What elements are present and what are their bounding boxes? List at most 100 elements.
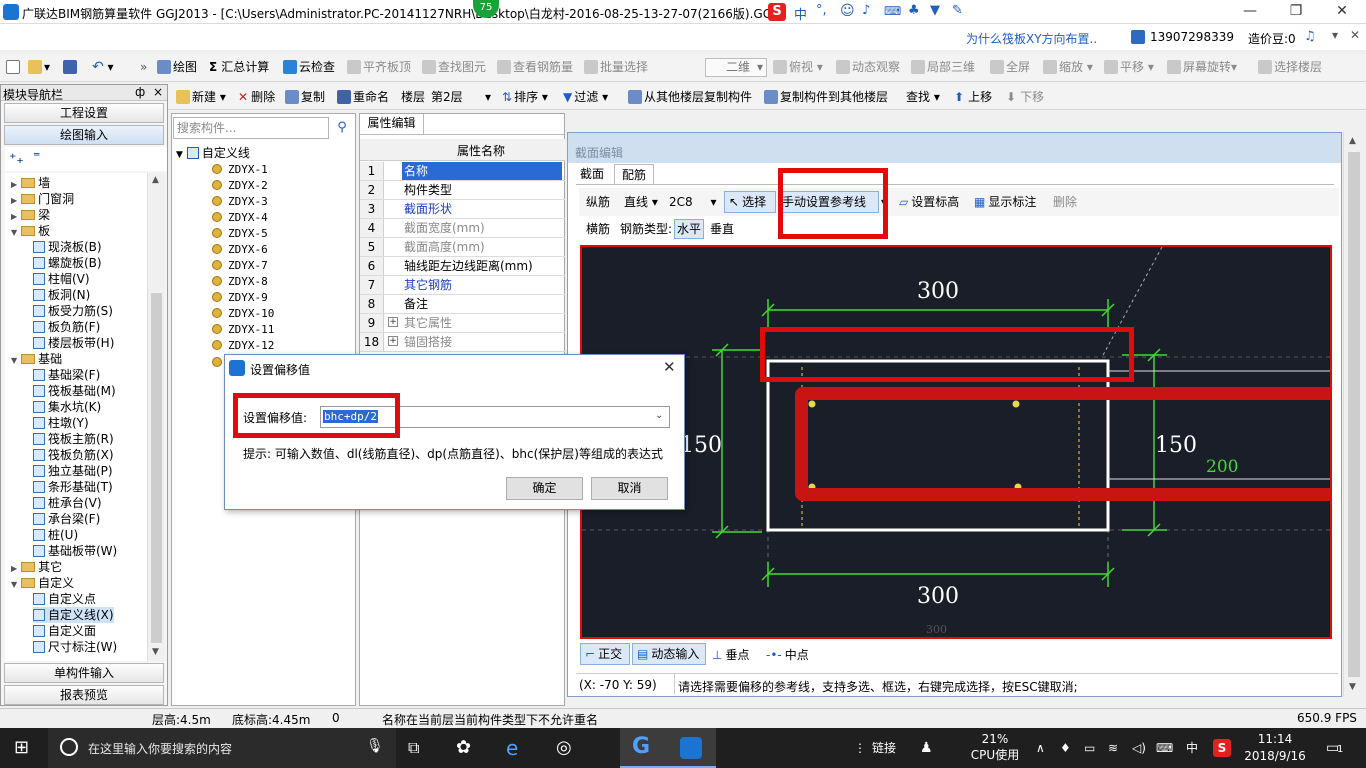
new-file-icon[interactable] — [6, 54, 22, 80]
edge-browser-icon[interactable]: e — [506, 728, 518, 768]
tray-keyboard-icon[interactable]: ⌨ — [1156, 728, 1173, 768]
nav-item[interactable]: 桩(U) — [33, 527, 78, 543]
nav-item[interactable]: 集水坑(K) — [33, 399, 101, 415]
move-up-button[interactable]: ⬆ 上移 — [954, 84, 992, 110]
property-row[interactable]: 9 + 其它属性 — [360, 314, 565, 333]
taskbar-app-ggj[interactable] — [668, 728, 716, 768]
property-row[interactable]: 8 备注 — [360, 295, 565, 314]
bell-icon[interactable]: ♫ — [1304, 29, 1316, 44]
component-search-input[interactable]: 搜索构件... — [173, 117, 329, 139]
wrench-icon[interactable]: ✎ — [952, 3, 963, 18]
perpendicular-snap[interactable]: ⊥ 垂点 — [712, 646, 749, 663]
taskbar-search-box[interactable]: 在这里输入你要搜索的内容 🎙 — [48, 728, 396, 768]
set-elevation-button[interactable]: ▱ 设置标高 — [899, 189, 959, 215]
move-down-button[interactable]: ⬇ 下移 — [1006, 84, 1044, 110]
component-root[interactable]: ▼ 自定义线 — [176, 145, 250, 161]
nav-item[interactable]: 板受力筋(S) — [33, 303, 113, 319]
component-item[interactable]: ZDYX-5 — [212, 226, 268, 242]
more-chevron-icon[interactable]: » — [140, 54, 147, 80]
component-item[interactable]: ZDYX-8 — [212, 274, 268, 290]
nav-item[interactable]: 自定义线(X) — [33, 607, 114, 623]
property-row[interactable]: 18 + 锚固搭接 — [360, 333, 565, 352]
nav-item[interactable]: 现浇板(B) — [33, 239, 102, 255]
property-row[interactable]: 5 截面高度(mm) — [360, 238, 565, 257]
check-rebar-button[interactable]: 查看钢筋量 — [497, 54, 573, 80]
batch-select-button[interactable]: 批量选择 — [584, 54, 648, 80]
draw-input-button[interactable]: 绘图输入 — [4, 125, 164, 145]
nav-item[interactable]: 螺旋板(B) — [33, 255, 102, 271]
ok-button[interactable]: 确定 — [506, 477, 583, 500]
local-3d-button[interactable]: 局部三维 — [911, 54, 975, 80]
nav-item[interactable]: 桩承台(V) — [33, 495, 102, 511]
property-row[interactable]: 7 其它钢筋 — [360, 276, 565, 295]
offset-value-input[interactable]: bhc+dp/2 ⌄ — [320, 406, 670, 428]
sort-button[interactable]: ⇅ 排序 ▾ — [502, 84, 548, 110]
tree-toggle-icon[interactable]: ▼ — [11, 356, 17, 365]
collapse-all-icon[interactable]: ⁼ — [33, 149, 40, 165]
nav-item[interactable]: 楼层板带(H) — [33, 335, 114, 351]
nav-item[interactable]: 条形基础(T) — [33, 479, 113, 495]
dynamic-view-button[interactable]: 动态观察 — [836, 54, 900, 80]
link-toolbar[interactable]: 链接 — [872, 728, 896, 768]
expand-all-icon[interactable]: ⁺₊ — [9, 151, 24, 167]
ime-lang-icon[interactable]: 中 — [794, 4, 807, 23]
volume-icon[interactable]: ◁) — [1132, 728, 1146, 768]
main-scrollbar[interactable]: ▲ ▼ — [1343, 132, 1363, 697]
tree-toggle-icon[interactable]: ▶ — [11, 196, 17, 205]
tray-device-icon[interactable]: ▭ — [1084, 728, 1095, 768]
line-type-select[interactable]: 直线 ▾ — [624, 189, 658, 215]
manual-ref-dropdown[interactable]: ▾ — [881, 189, 887, 215]
copy-from-floor-button[interactable]: 从其他楼层复制构件 — [628, 84, 752, 110]
rotate-button[interactable]: 屏幕旋转▾ — [1167, 54, 1237, 80]
wifi-icon[interactable]: ≋ — [1108, 728, 1118, 768]
tree-toggle-icon[interactable]: ▶ — [11, 180, 17, 189]
component-item[interactable]: ZDYX-4 — [212, 210, 268, 226]
rename-button[interactable]: 重命名 — [337, 84, 389, 110]
floor-select[interactable]: 第2层 ▾ — [431, 84, 491, 110]
taskbar-app-g[interactable]: G — [620, 728, 668, 768]
tree-toggle-icon[interactable]: ▶ — [11, 564, 17, 573]
nav-item[interactable]: 独立基础(P) — [33, 463, 113, 479]
delete-rebar-button[interactable]: 删除 — [1053, 189, 1077, 215]
rebar-spec-select[interactable]: 2C8 ▾ — [669, 189, 717, 215]
nav-folder[interactable]: ▶ 门窗洞 — [11, 191, 74, 207]
property-row[interactable]: 1 名称 — [360, 162, 565, 181]
tray-up-icon[interactable]: ∧ — [1036, 728, 1045, 768]
microphone-icon[interactable]: 🎙 — [366, 738, 384, 754]
skin-icon[interactable]: ♣ — [908, 3, 920, 18]
nav-item[interactable]: 承台梁(F) — [33, 511, 100, 527]
emoji-icon[interactable]: ☺ — [840, 3, 855, 19]
sum-calc-button[interactable]: Σ 汇总计算 — [209, 54, 269, 80]
component-item[interactable]: ZDYX-11 — [212, 322, 274, 338]
component-item[interactable]: ZDYX-10 — [212, 306, 274, 322]
select-tool-button[interactable]: ↖ 选择 — [724, 191, 776, 213]
fan-app-icon[interactable]: ✿ — [456, 728, 471, 768]
component-item[interactable]: ZDYX-1 — [212, 162, 268, 178]
vertical-option[interactable]: 垂直 — [710, 217, 734, 241]
manual-ref-line-button[interactable]: 手动设置参考线 — [779, 191, 879, 213]
restore-button[interactable]: ❐ — [1273, 0, 1319, 24]
single-input-button[interactable]: 单构件输入 — [4, 663, 164, 683]
faq-link[interactable]: 为什么筏板XY方向布置.. — [966, 30, 1097, 47]
zoom-button[interactable]: 缩放 ▾ — [1043, 54, 1093, 80]
punct-icon[interactable]: °, — [816, 3, 827, 18]
tree-toggle-icon[interactable]: ▼ — [11, 228, 17, 237]
pin-icon[interactable]: ф — [135, 85, 145, 99]
close-button[interactable]: ✕ — [1319, 0, 1365, 24]
property-row[interactable]: 4 截面宽度(mm) — [360, 219, 565, 238]
tree-toggle-icon[interactable]: ▼ — [11, 580, 17, 589]
undo-icon[interactable]: ↶ ▾ — [92, 54, 114, 80]
tray-notify-icon[interactable]: ♦ — [1060, 728, 1071, 768]
component-item[interactable]: ZDYX-6 — [212, 242, 268, 258]
nav-item[interactable]: 筏板基础(M) — [33, 383, 116, 399]
copy-component-button[interactable]: 复制 — [285, 84, 325, 110]
nav-folder[interactable]: ▼ 板 — [11, 223, 50, 239]
minimize-button[interactable]: — — [1227, 0, 1273, 24]
ortho-toggle[interactable]: ⌐ 正交 — [580, 643, 630, 665]
top-view-button[interactable]: 俯视 ▾ — [773, 54, 823, 80]
nav-item[interactable]: 尺寸标注(W) — [33, 639, 117, 655]
module-tree-scrollbar[interactable]: ▲ ▼ — [147, 173, 165, 661]
dialog-close-icon[interactable]: ✕ — [663, 358, 676, 376]
close-promo-icon[interactable]: ✕ — [1350, 28, 1360, 42]
tree-toggle-icon[interactable]: ▶ — [11, 212, 17, 221]
